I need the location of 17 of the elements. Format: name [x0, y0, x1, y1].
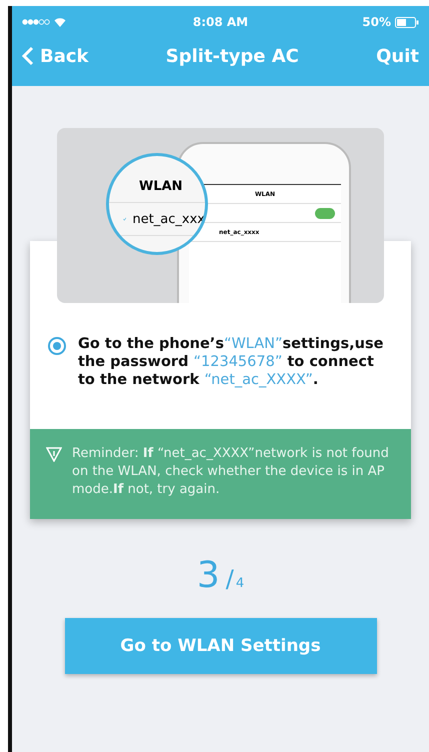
screen-title: Split-type AC: [166, 46, 299, 66]
magnified-network: net_ac_xxx: [132, 212, 205, 226]
status-time: 8:08 AM: [192, 15, 248, 29]
magnified-title: WLAN: [139, 178, 183, 194]
battery-icon: [394, 16, 419, 28]
wlan-settings-button[interactable]: Go to WLAN Settings: [64, 618, 376, 674]
instruction-text: Go to the phone’s“WLAN”settings,use the password “12345678” to connect to the network “net_ac_XXXX”.: [78, 335, 384, 389]
back-button[interactable]: Back: [22, 46, 89, 66]
chevron-left-icon: [22, 46, 34, 66]
battery-percent: 50%: [362, 15, 391, 29]
warning-icon: [46, 447, 62, 462]
wifi-icon: [54, 17, 66, 27]
quit-button[interactable]: Quit: [376, 46, 419, 66]
step-counter: 3 /4: [196, 555, 244, 596]
signal-icon: [22, 19, 50, 25]
check-icon: [123, 215, 126, 223]
reminder-text: Reminder: If “net_ac_XXXX”network is not found on the WLAN, check whether the device is in AP mode.If not, try again.: [72, 445, 390, 499]
